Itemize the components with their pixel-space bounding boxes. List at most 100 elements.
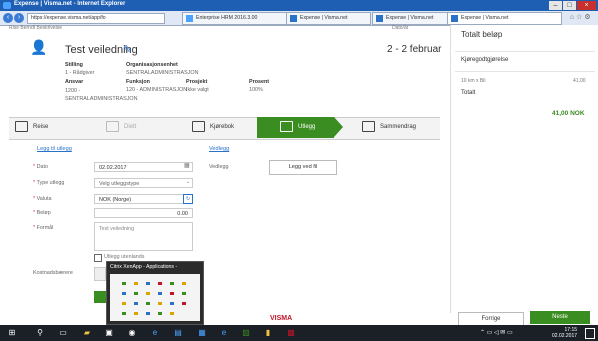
forward-icon[interactable]: › [14, 13, 24, 23]
notifications-icon[interactable] [585, 328, 595, 339]
car-icon [192, 120, 205, 132]
tab-expense-1[interactable]: Expense | Visma.net [286, 12, 371, 25]
calendar-icon[interactable]: ▦ [184, 162, 190, 169]
step-kjorebok[interactable]: Kjørebok [192, 117, 234, 138]
prosjekt-value: Ikke valgt [186, 87, 209, 93]
currency-lookup-icon[interactable]: ↻ [183, 194, 193, 204]
edit-pencil-icon[interactable]: ✎ [123, 43, 137, 57]
formal-label: * Formål [33, 225, 54, 231]
folder-icon[interactable]: ▮ [263, 328, 273, 338]
excel-icon[interactable]: ▨ [241, 328, 251, 338]
org-label: Organisasjonsenhet [126, 62, 178, 68]
address-bar: ‹ › https://expense.visma.net/app/fo Ent… [0, 11, 598, 26]
file-explorer-icon[interactable]: ▰ [82, 328, 92, 338]
line-item-amount: 41,00 [573, 78, 586, 84]
totalt-label: Totalt [461, 90, 476, 96]
step-sammendrag[interactable]: Sammendrag [362, 117, 416, 138]
taskbar-clock[interactable]: 17:15 02.02.2017 [552, 327, 577, 339]
summary-icon [362, 120, 375, 132]
step-diett[interactable]: Diett [106, 117, 136, 138]
popup-preview [110, 274, 200, 321]
tab-expense-active[interactable]: Expense | Visma.net [447, 12, 562, 25]
system-tray-icons[interactable]: ⌃ ▭ ◁ ✉ ▭ [480, 329, 513, 336]
funksjon-label: Funksjon [126, 79, 150, 85]
line-item-desc: 10 km x Bil [461, 78, 486, 84]
dato-input[interactable]: 02.02.2017 [94, 162, 193, 172]
type-utlegg-select[interactable]: Velg utleggstype [94, 178, 193, 188]
vedlegg-label: Vedlegg [209, 164, 229, 170]
kostnad-field[interactable] [94, 267, 106, 281]
ansvar-value: 1200 - SENTRALADMINISTRASJON [65, 88, 138, 102]
maximize-button[interactable]: □ [563, 1, 576, 10]
utenlands-label: Utlegg utenlands [104, 254, 145, 260]
edge-icon[interactable]: e [150, 328, 160, 338]
tab-favicon [376, 15, 383, 22]
belop-label: * Beløp [33, 210, 51, 216]
previous-button[interactable]: Forrige [458, 312, 524, 326]
visma-logo: VISMA [270, 315, 293, 322]
citrix-icon[interactable]: ▦ [197, 328, 207, 338]
divider [455, 71, 595, 72]
store-icon[interactable]: ▣ [104, 328, 114, 338]
ie-icon [3, 2, 11, 9]
next-button[interactable]: Neste [530, 311, 590, 324]
dato-label: * Dato [33, 164, 48, 170]
org-value: SENTRALADMINISTRASJON [126, 70, 199, 76]
kjoregodtgjorelse-label: Kjøregodtgjørelse [461, 57, 509, 63]
type-utlegg-label: * Type utlegg [33, 180, 65, 186]
user-icon: 👤 [30, 39, 48, 55]
receipt-icon [280, 120, 293, 132]
tab-enterprise-hrm[interactable]: Enterprise HRM 2016.3.00 [182, 12, 297, 25]
valuta-input[interactable]: NOK (Norge) [94, 194, 193, 204]
task-view-icon[interactable]: ▭ [58, 328, 68, 338]
section-legg-til-utlegg: Legg til utlegg [37, 146, 72, 152]
ie-taskbar-icon[interactable]: e [219, 328, 229, 338]
prosent-value: 100% [249, 87, 263, 93]
stilling-value: 1 - Rådgiver [65, 70, 95, 76]
step-arrow [334, 117, 343, 137]
search-icon[interactable]: ⚲ [35, 328, 45, 338]
step-utlegg[interactable]: Utlegg [280, 117, 315, 138]
prosent-label: Prosent [249, 79, 270, 85]
citrix-thumbnail-popup[interactable]: Citrix XenApp - Applications - [106, 261, 204, 325]
url-field[interactable]: https://expense.visma.net/app/fo [27, 13, 165, 24]
save-button[interactable] [94, 291, 106, 303]
outlook-icon[interactable]: ▤ [173, 328, 183, 338]
report-date: 2 - 2 februar [387, 44, 442, 55]
windows-start-icon[interactable]: ⊞ [7, 328, 17, 338]
belop-input[interactable]: 0.00 [94, 208, 193, 218]
utenlands-checkbox[interactable] [94, 254, 102, 262]
tab-favicon [451, 15, 458, 22]
close-button[interactable]: × [577, 1, 596, 10]
chevron-down-icon[interactable]: ⌄ [186, 179, 190, 185]
app-icon[interactable]: ▩ [286, 328, 296, 338]
prosjekt-label: Prosjekt [186, 79, 208, 85]
window-title: Expense | Visma.net - Internet Explorer [14, 1, 126, 7]
kostnadsbaerere-label: Kostnadsbærere [33, 270, 73, 276]
home-icon[interactable]: ⌂ ☆ ⚙ [570, 13, 591, 21]
tab-expense-2[interactable]: Expense | Visma.net [372, 12, 457, 25]
summary-panel [450, 25, 598, 313]
total-belop-label: Totalt beløp [461, 30, 503, 39]
ansvar-label: Ansvar [65, 79, 84, 85]
funksjon-value: 120 - ADMINISTRASJON [126, 87, 188, 93]
header-cut-date-label: Dato/år [392, 25, 409, 31]
tab-favicon [186, 15, 193, 22]
section-vedlegg: Vedlegg [209, 146, 230, 152]
header-cut-labels: Rise Berndt Beskrivelse [9, 25, 63, 31]
formal-textarea[interactable]: Test veiledning [94, 222, 193, 251]
tab-favicon [290, 15, 297, 22]
valuta-label: * Valuta [33, 196, 52, 202]
cutlery-icon [106, 120, 119, 132]
back-icon[interactable]: ‹ [3, 13, 13, 23]
total-amount: 41,00 NOK [552, 110, 585, 117]
minimize-button[interactable]: – [549, 1, 562, 10]
stilling-label: Stilling [65, 62, 83, 68]
attach-file-button[interactable]: Legg ved fil [269, 160, 337, 175]
chrome-icon[interactable]: ◉ [127, 328, 137, 338]
popup-title: Citrix XenApp - Applications - [110, 264, 178, 270]
window-titlebar: Expense | Visma.net - Internet Explorer … [0, 0, 598, 11]
suitcase-icon [15, 120, 28, 132]
step-reise[interactable]: Reise [15, 117, 48, 138]
divider [455, 51, 595, 52]
